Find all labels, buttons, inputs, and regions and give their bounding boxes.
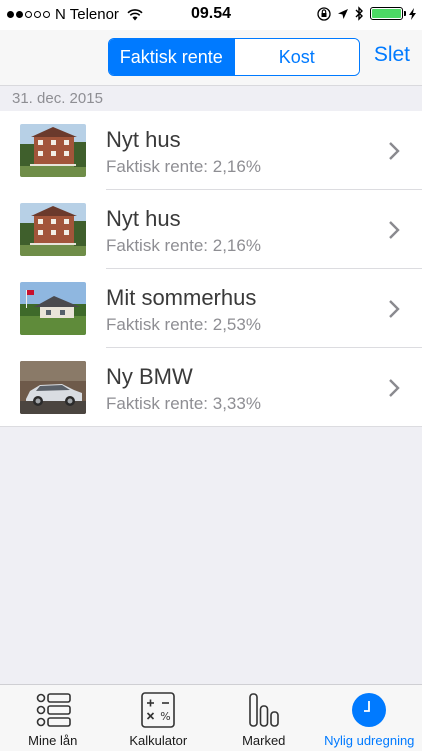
segmented-control: Faktisk rente Kost: [108, 38, 360, 76]
loan-list: Nyt hus Faktisk rente: 2,16% Nyt hus Fak…: [0, 111, 422, 427]
tab-nylig-udregning[interactable]: Nylig udregning: [317, 685, 422, 751]
loan-title: Nyt hus: [106, 127, 181, 153]
house-photo: [20, 124, 86, 177]
loan-row[interactable]: Nyt hus Faktisk rente: 2,16%: [0, 111, 422, 190]
loan-rate: Faktisk rente: 2,53%: [106, 315, 261, 335]
tab-label: Mine lån: [0, 733, 106, 748]
location-arrow-icon: [337, 8, 349, 20]
loan-title: Nyt hus: [106, 206, 181, 232]
clock-icon: [350, 692, 388, 728]
delete-button[interactable]: Slet: [374, 43, 410, 67]
segment-faktisk-rente[interactable]: Faktisk rente: [109, 39, 234, 75]
segment-kost[interactable]: Kost: [234, 39, 360, 75]
tab-kalkulator[interactable]: % Kalkulator: [106, 685, 212, 751]
svg-text:%: %: [161, 710, 171, 723]
chevron-right-icon: [388, 220, 400, 240]
charging-bolt-icon: [409, 8, 416, 20]
loan-row[interactable]: Ny BMW Faktisk rente: 3,33%: [0, 348, 422, 427]
list-icon: [34, 692, 72, 728]
tab-label: Marked: [211, 733, 317, 748]
summerhouse-photo: [20, 282, 86, 335]
chevron-right-icon: [388, 378, 400, 398]
loan-row[interactable]: Nyt hus Faktisk rente: 2,16%: [0, 190, 422, 269]
tab-marked[interactable]: Marked: [211, 685, 317, 751]
tab-mine-laan[interactable]: Mine lån: [0, 685, 106, 751]
house-photo: [20, 203, 86, 256]
status-right: [317, 6, 416, 21]
loan-rate: Faktisk rente: 2,16%: [106, 236, 261, 256]
loan-title: Ny BMW: [106, 364, 193, 390]
status-bar: N Telenor 09.54: [0, 0, 422, 30]
calculator-icon: %: [139, 692, 177, 728]
bluetooth-icon: [355, 6, 364, 21]
orientation-lock-icon: [317, 7, 331, 21]
chevron-right-icon: [388, 299, 400, 319]
bar-chart-icon: [245, 692, 283, 728]
chevron-right-icon: [388, 141, 400, 161]
loan-row[interactable]: Mit sommerhus Faktisk rente: 2,53%: [0, 269, 422, 348]
loan-rate: Faktisk rente: 3,33%: [106, 394, 261, 414]
battery-icon: [370, 7, 403, 20]
section-header-date: 31. dec. 2015: [0, 86, 422, 111]
navigation-bar: Faktisk rente Kost Slet: [0, 30, 422, 86]
tab-label: Kalkulator: [106, 733, 212, 748]
tab-bar: Mine lån % Kalkulator Marked Ny: [0, 684, 422, 751]
loan-rate: Faktisk rente: 2,16%: [106, 157, 261, 177]
loan-title: Mit sommerhus: [106, 285, 256, 311]
tab-label: Nylig udregning: [317, 733, 422, 748]
car-photo: [20, 361, 86, 414]
